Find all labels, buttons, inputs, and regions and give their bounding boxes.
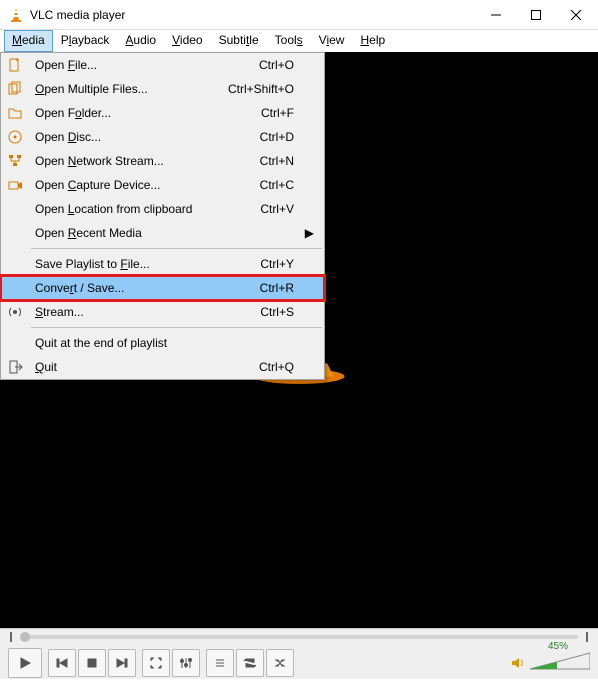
stream-icon — [7, 304, 23, 320]
playlist-button[interactable] — [206, 649, 234, 677]
seek-end-marker — [586, 632, 588, 642]
menu-stream[interactable]: Stream... Ctrl+S — [1, 300, 324, 324]
minimize-button[interactable] — [476, 1, 516, 29]
menu-open-disc[interactable]: Open Disc... Ctrl+D — [1, 125, 324, 149]
capture-icon — [7, 177, 23, 193]
maximize-button[interactable] — [516, 1, 556, 29]
menu-open-recent[interactable]: Open Recent Media ▶ — [1, 221, 324, 245]
network-icon — [7, 153, 23, 169]
quit-icon — [7, 359, 23, 375]
file-icon — [7, 57, 23, 73]
media-dropdown: Open File... Ctrl+O Open Multiple Files.… — [0, 52, 325, 380]
menu-view[interactable]: View — [311, 30, 353, 52]
control-bar: 45% — [0, 628, 598, 679]
seek-start-marker — [10, 632, 12, 642]
previous-button[interactable] — [48, 649, 76, 677]
menu-help[interactable]: Help — [352, 30, 393, 52]
stop-button[interactable] — [78, 649, 106, 677]
speaker-icon[interactable] — [510, 655, 526, 671]
loop-button[interactable] — [236, 649, 264, 677]
menu-save-playlist[interactable]: Save Playlist to File... Ctrl+Y — [1, 252, 324, 276]
volume-percent: 45% — [548, 641, 568, 652]
folder-icon — [7, 105, 23, 121]
seek-thumb[interactable] — [20, 632, 30, 642]
seek-track[interactable] — [20, 635, 578, 639]
menu-separator — [31, 327, 322, 328]
submenu-arrow-icon: ▶ — [305, 226, 314, 240]
menu-video[interactable]: Video — [164, 30, 210, 52]
menu-open-file[interactable]: Open File... Ctrl+O — [1, 53, 324, 77]
volume-slider[interactable] — [530, 651, 590, 671]
menu-open-clipboard[interactable]: Open Location from clipboard Ctrl+V — [1, 197, 324, 221]
files-icon — [7, 81, 23, 97]
extended-settings-button[interactable] — [172, 649, 200, 677]
shuffle-button[interactable] — [266, 649, 294, 677]
menu-quit[interactable]: Quit Ctrl+Q — [1, 355, 324, 379]
titlebar: VLC media player — [0, 0, 598, 30]
disc-icon — [7, 129, 23, 145]
fullscreen-button[interactable] — [142, 649, 170, 677]
vlc-cone-icon — [8, 7, 24, 23]
menu-tools[interactable]: Tools — [267, 30, 311, 52]
next-button[interactable] — [108, 649, 136, 677]
menu-open-folder[interactable]: Open Folder... Ctrl+F — [1, 101, 324, 125]
close-button[interactable] — [556, 1, 596, 29]
menu-open-network[interactable]: Open Network Stream... Ctrl+N — [1, 149, 324, 173]
seek-bar[interactable] — [0, 629, 598, 645]
menu-playback[interactable]: Playback — [53, 30, 118, 52]
menu-subtitle[interactable]: Subtitle — [211, 30, 267, 52]
menu-media[interactable]: Media — [4, 30, 53, 52]
menu-audio[interactable]: Audio — [117, 30, 164, 52]
menubar: Media Playback Audio Video Subtitle Tool… — [0, 30, 598, 52]
menu-quit-at-end[interactable]: Quit at the end of playlist — [1, 331, 324, 355]
window-title: VLC media player — [30, 8, 476, 22]
menu-separator — [31, 248, 322, 249]
menu-open-multiple[interactable]: Open Multiple Files... Ctrl+Shift+O — [1, 77, 324, 101]
menu-convert-save[interactable]: Convert / Save... Ctrl+R — [1, 276, 324, 300]
play-button[interactable] — [8, 648, 42, 678]
volume-area: 45% — [510, 651, 590, 674]
menu-open-capture[interactable]: Open Capture Device... Ctrl+C — [1, 173, 324, 197]
